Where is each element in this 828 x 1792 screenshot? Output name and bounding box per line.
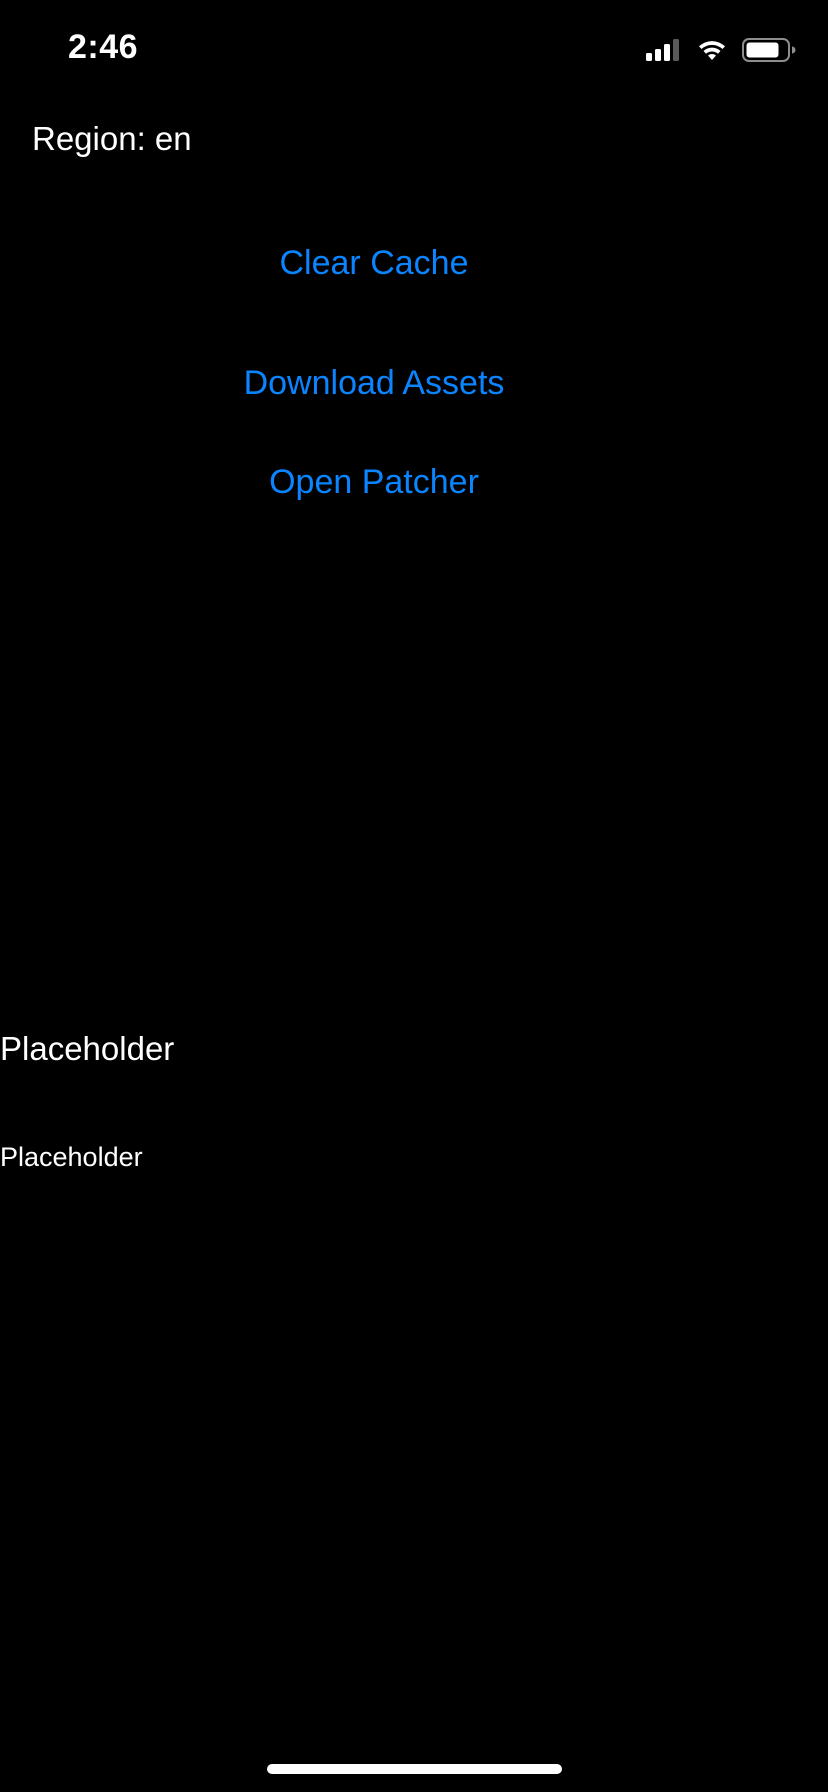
status-time: 2:46 [68,28,139,66]
status-bar: 2:46 [0,0,828,100]
battery-icon [742,38,796,62]
cellular-signal-icon [646,39,682,61]
placeholder-title: Placeholder [0,1030,175,1067]
open-patcher-button[interactable]: Open Patcher [0,463,748,502]
placeholder-subtitle: Placeholder [0,1142,143,1172]
clear-cache-button[interactable]: Clear Cache [0,244,748,283]
status-icons [646,36,796,64]
download-assets-button[interactable]: Download Assets [0,364,748,403]
wifi-icon [696,38,728,62]
home-indicator[interactable] [267,1764,562,1774]
region-label: Region: en [32,120,192,157]
